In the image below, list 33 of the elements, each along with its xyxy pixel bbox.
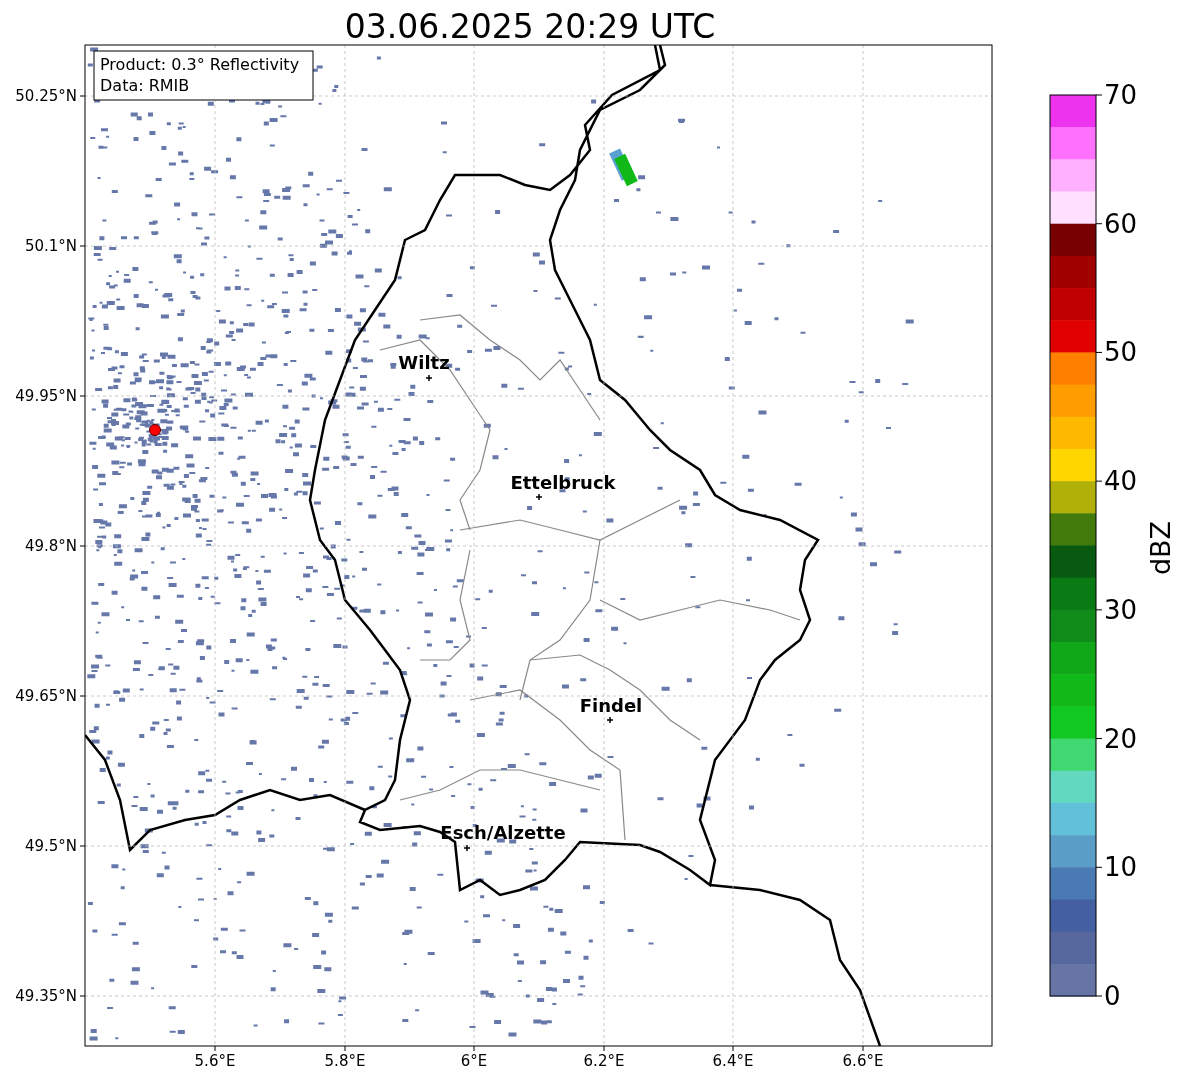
- latitude-tick-label: 49.5°N: [24, 837, 77, 855]
- latitude-tick-label: 50.25°N: [15, 87, 77, 105]
- city-marker-icon: [606, 716, 614, 724]
- longitude-tick-label: 6.2°E: [583, 1052, 625, 1070]
- latitude-tick-label: 49.95°N: [15, 387, 77, 405]
- city-label: Wiltz: [398, 352, 450, 373]
- chart-title: 03.06.2025 20:29 UTC: [344, 7, 716, 46]
- latitude-tick-label: 49.65°N: [15, 687, 77, 705]
- city-marker-icon: [535, 493, 543, 501]
- colorbar-tick-label: 50: [1104, 337, 1138, 368]
- city-label: Ettelbruck: [510, 472, 616, 493]
- city-label: Esch/Alzette: [440, 822, 566, 843]
- longitude-tick-label: 5.6°E: [194, 1052, 236, 1070]
- colorbar-tick-label: 60: [1104, 208, 1138, 239]
- latitude-tick-label: 49.8°N: [24, 537, 77, 555]
- city-label: Findel: [579, 695, 643, 716]
- colorbar-tick-label: 10: [1104, 852, 1138, 883]
- colorbar-tick-label: 40: [1104, 466, 1138, 497]
- colorbar-tick-label: 20: [1104, 723, 1138, 754]
- longitude-tick-label: 6.6°E: [842, 1052, 884, 1070]
- colorbar-tick-label: 30: [1104, 594, 1138, 625]
- colorbar-tick-label: 0: [1104, 981, 1121, 1011]
- longitude-tick-label: 6.4°E: [712, 1052, 754, 1070]
- city-marker-icon: [463, 844, 471, 852]
- info-text: Product: 0.3° Reflectivity: [100, 55, 300, 74]
- longitude-tick-label: 5.8°E: [324, 1052, 366, 1070]
- colorbar-label: dBZ: [1145, 520, 1176, 576]
- colorbar-tick-label: 70: [1104, 80, 1138, 110]
- info-text: Data: RMIB: [100, 76, 190, 95]
- latitude-tick-label: 50.1°N: [24, 237, 77, 255]
- latitude-tick-label: 49.35°N: [15, 987, 77, 1005]
- longitude-tick-label: 6°E: [460, 1052, 488, 1070]
- city-marker-icon: [425, 374, 433, 382]
